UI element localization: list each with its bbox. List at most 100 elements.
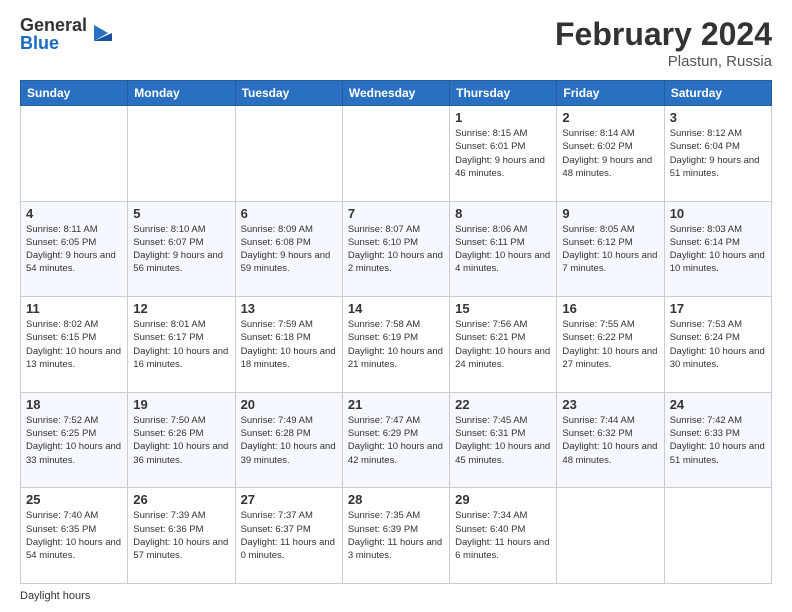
cell-info: Sunrise: 7:49 AM Sunset: 6:28 PM Dayligh… [241,414,337,467]
logo-icon [90,23,112,45]
cell-info: Sunrise: 7:58 AM Sunset: 6:19 PM Dayligh… [348,318,444,371]
calendar-title: February 2024 [555,16,772,53]
calendar-cell: 2 Sunrise: 8:14 AM Sunset: 6:02 PM Daylig… [557,106,664,202]
cell-info: Sunrise: 7:42 AM Sunset: 6:33 PM Dayligh… [670,414,766,467]
cell-info: Sunrise: 7:34 AM Sunset: 6:40 PM Dayligh… [455,509,551,562]
cell-day-number: 11 [26,301,122,316]
cell-day-number: 21 [348,397,444,412]
cell-day-number: 7 [348,206,444,221]
week-row-2: 4 Sunrise: 8:11 AM Sunset: 6:05 PM Daylig… [21,201,772,297]
title-block: February 2024 Plastun, Russia [555,16,772,70]
cell-day-number: 5 [133,206,229,221]
calendar-cell: 7 Sunrise: 8:07 AM Sunset: 6:10 PM Daylig… [342,201,449,297]
cell-day-number: 3 [670,110,766,125]
cell-day-number: 16 [562,301,658,316]
cell-info: Sunrise: 8:10 AM Sunset: 6:07 PM Dayligh… [133,223,229,276]
calendar-cell: 16 Sunrise: 7:55 AM Sunset: 6:22 PM Dayli… [557,297,664,393]
calendar-table: Sunday Monday Tuesday Wednesday Thursday… [20,80,772,584]
cell-day-number: 20 [241,397,337,412]
cell-day-number: 23 [562,397,658,412]
cell-info: Sunrise: 8:11 AM Sunset: 6:05 PM Dayligh… [26,223,122,276]
cell-info: Sunrise: 7:35 AM Sunset: 6:39 PM Dayligh… [348,509,444,562]
calendar-cell: 1Sunrise: 8:15 AM Sunset: 6:01 PM Daylig… [450,106,557,202]
cell-day-number: 26 [133,492,229,507]
calendar-cell [557,488,664,584]
cell-day-number: 15 [455,301,551,316]
cell-info: Sunrise: 8:03 AM Sunset: 6:14 PM Dayligh… [670,223,766,276]
cell-day-number: 10 [670,206,766,221]
cell-day-number: 24 [670,397,766,412]
cell-info: Sunrise: 7:55 AM Sunset: 6:22 PM Dayligh… [562,318,658,371]
cell-day-number: 4 [26,206,122,221]
calendar-cell [664,488,771,584]
calendar-cell [235,106,342,202]
cell-info: Sunrise: 8:06 AM Sunset: 6:11 PM Dayligh… [455,223,551,276]
cell-day-number: 6 [241,206,337,221]
week-row-3: 11 Sunrise: 8:02 AM Sunset: 6:15 PM Dayli… [21,297,772,393]
calendar-cell: 15Sunrise: 7:56 AM Sunset: 6:21 PM Dayli… [450,297,557,393]
col-thursday: Thursday [450,81,557,106]
cell-day-number: 28 [348,492,444,507]
calendar-cell: 18 Sunrise: 7:52 AM Sunset: 6:25 PM Dayli… [21,392,128,488]
cell-info: Sunrise: 7:37 AM Sunset: 6:37 PM Dayligh… [241,509,337,562]
col-monday: Monday [128,81,235,106]
col-sunday: Sunday [21,81,128,106]
cell-info: Sunrise: 7:50 AM Sunset: 6:26 PM Dayligh… [133,414,229,467]
calendar-cell [21,106,128,202]
calendar-cell: 17Sunrise: 7:53 AM Sunset: 6:24 PM Dayli… [664,297,771,393]
cell-info: Sunrise: 8:14 AM Sunset: 6:02 PM Dayligh… [562,127,658,180]
col-saturday: Saturday [664,81,771,106]
cell-info: Sunrise: 8:05 AM Sunset: 6:12 PM Dayligh… [562,223,658,276]
cell-day-number: 8 [455,206,551,221]
calendar-cell: 12 Sunrise: 8:01 AM Sunset: 6:17 PM Dayli… [128,297,235,393]
calendar-cell: 4 Sunrise: 8:11 AM Sunset: 6:05 PM Daylig… [21,201,128,297]
calendar-cell: 9 Sunrise: 8:05 AM Sunset: 6:12 PM Daylig… [557,201,664,297]
calendar-cell: 22Sunrise: 7:45 AM Sunset: 6:31 PM Dayli… [450,392,557,488]
calendar-cell: 5 Sunrise: 8:10 AM Sunset: 6:07 PM Daylig… [128,201,235,297]
cell-day-number: 9 [562,206,658,221]
calendar-cell: 28 Sunrise: 7:35 AM Sunset: 6:39 PM Dayli… [342,488,449,584]
calendar-cell: 20 Sunrise: 7:49 AM Sunset: 6:28 PM Dayli… [235,392,342,488]
cell-day-number: 25 [26,492,122,507]
cell-info: Sunrise: 7:39 AM Sunset: 6:36 PM Dayligh… [133,509,229,562]
calendar-cell: 26 Sunrise: 7:39 AM Sunset: 6:36 PM Dayli… [128,488,235,584]
calendar-cell: 27 Sunrise: 7:37 AM Sunset: 6:37 PM Dayli… [235,488,342,584]
cell-day-number: 29 [455,492,551,507]
page: General Blue February 2024 Plastun, Russ… [0,0,792,612]
cell-info: Sunrise: 8:07 AM Sunset: 6:10 PM Dayligh… [348,223,444,276]
cell-day-number: 18 [26,397,122,412]
cell-day-number: 12 [133,301,229,316]
cell-day-number: 1 [455,110,551,125]
cell-info: Sunrise: 7:44 AM Sunset: 6:32 PM Dayligh… [562,414,658,467]
logo-blue: Blue [20,34,87,52]
calendar-cell: 11 Sunrise: 8:02 AM Sunset: 6:15 PM Dayli… [21,297,128,393]
calendar-cell: 25 Sunrise: 7:40 AM Sunset: 6:35 PM Dayli… [21,488,128,584]
calendar-cell: 21Sunrise: 7:47 AM Sunset: 6:29 PM Dayli… [342,392,449,488]
cell-info: Sunrise: 7:45 AM Sunset: 6:31 PM Dayligh… [455,414,551,467]
calendar-cell: 6Sunrise: 8:09 AM Sunset: 6:08 PM Daylig… [235,201,342,297]
cell-day-number: 27 [241,492,337,507]
logo: General Blue [20,16,112,52]
cell-day-number: 17 [670,301,766,316]
cell-info: Sunrise: 8:01 AM Sunset: 6:17 PM Dayligh… [133,318,229,371]
col-tuesday: Tuesday [235,81,342,106]
cell-day-number: 14 [348,301,444,316]
cell-info: Sunrise: 8:02 AM Sunset: 6:15 PM Dayligh… [26,318,122,371]
calendar-cell: 23 Sunrise: 7:44 AM Sunset: 6:32 PM Dayli… [557,392,664,488]
calendar-cell: 13 Sunrise: 7:59 AM Sunset: 6:18 PM Dayli… [235,297,342,393]
cell-day-number: 13 [241,301,337,316]
week-row-1: 1Sunrise: 8:15 AM Sunset: 6:01 PM Daylig… [21,106,772,202]
footer-note: Daylight hours [20,590,772,602]
col-wednesday: Wednesday [342,81,449,106]
cell-day-number: 19 [133,397,229,412]
logo-general: General [20,16,87,34]
cell-info: Sunrise: 7:40 AM Sunset: 6:35 PM Dayligh… [26,509,122,562]
calendar-cell: 3 Sunrise: 8:12 AM Sunset: 6:04 PM Daylig… [664,106,771,202]
calendar-subtitle: Plastun, Russia [555,53,772,70]
cell-info: Sunrise: 7:52 AM Sunset: 6:25 PM Dayligh… [26,414,122,467]
cell-info: Sunrise: 7:59 AM Sunset: 6:18 PM Dayligh… [241,318,337,371]
calendar-cell: 14 Sunrise: 7:58 AM Sunset: 6:19 PM Dayli… [342,297,449,393]
col-friday: Friday [557,81,664,106]
cell-info: Sunrise: 8:12 AM Sunset: 6:04 PM Dayligh… [670,127,766,180]
cell-day-number: 2 [562,110,658,125]
